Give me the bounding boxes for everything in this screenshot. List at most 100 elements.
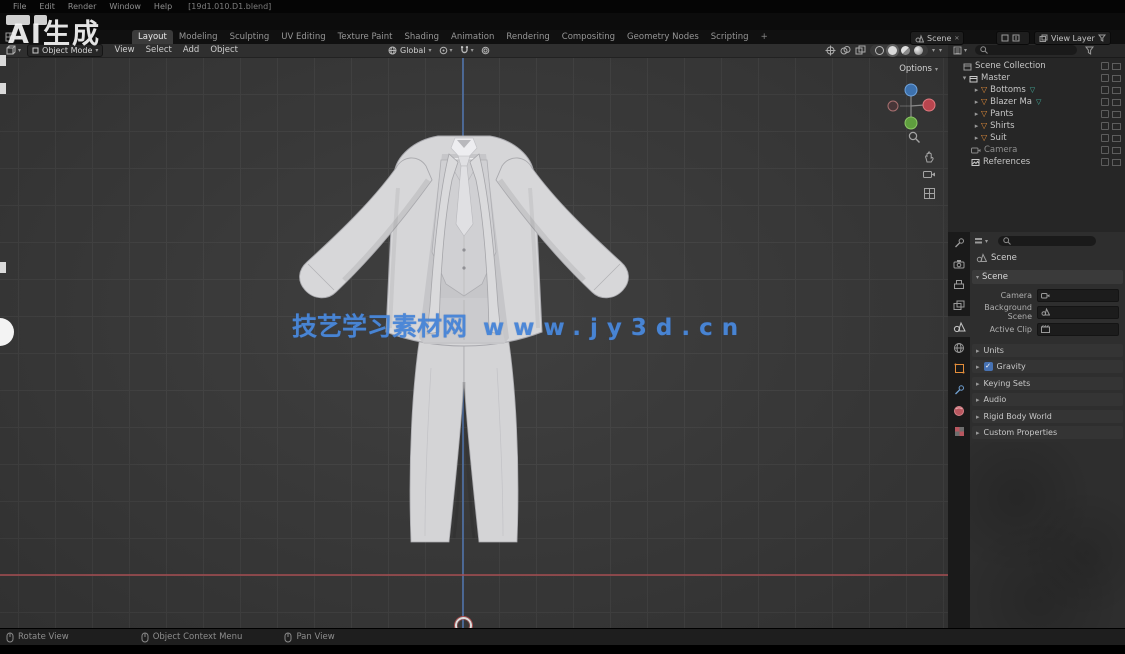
pivot-point-dropdown[interactable]: ▾ xyxy=(439,46,453,55)
exclude-checkbox[interactable] xyxy=(1101,134,1109,142)
visibility-icon[interactable] xyxy=(1112,87,1121,94)
disclosure-icon[interactable]: ▸ xyxy=(972,110,981,118)
visibility-icon[interactable] xyxy=(1112,159,1121,166)
visibility-icon[interactable] xyxy=(1112,75,1121,82)
properties-tab-object[interactable] xyxy=(948,358,970,379)
shading-wireframe-button[interactable] xyxy=(875,46,884,55)
properties-tab-material[interactable] xyxy=(948,400,970,421)
properties-tab-view-layer[interactable] xyxy=(948,295,970,316)
gravity-checkbox[interactable]: ✓ xyxy=(984,362,993,371)
gizmo-negative-axis[interactable] xyxy=(888,101,898,111)
options-dropdown[interactable]: Options ▾ xyxy=(899,64,938,74)
pan-hand-icon[interactable] xyxy=(923,150,936,163)
tab-uv-editing[interactable]: UV Editing xyxy=(275,30,331,44)
properties-search-input[interactable] xyxy=(998,236,1096,246)
tab-texture-paint[interactable]: Texture Paint xyxy=(332,30,399,44)
camera-field[interactable] xyxy=(1037,289,1119,302)
viewport-navigation-gizmo[interactable] xyxy=(882,78,946,142)
tab-sculpting[interactable]: Sculpting xyxy=(224,30,276,44)
exclude-checkbox[interactable] xyxy=(1101,158,1109,166)
tab-geometry-nodes[interactable]: Geometry Nodes xyxy=(621,30,705,44)
properties-tab-texture[interactable] xyxy=(948,421,970,442)
menu-add[interactable]: Add xyxy=(183,45,199,55)
section-units[interactable]: ▸Units xyxy=(972,344,1123,357)
outliner-search-input[interactable] xyxy=(975,45,1077,55)
visibility-icon[interactable] xyxy=(1112,135,1121,142)
visibility-icon[interactable] xyxy=(1112,99,1121,106)
snap-toggle[interactable]: ▾ xyxy=(460,45,474,55)
shading-rendered-button[interactable] xyxy=(914,46,923,55)
visibility-icon[interactable] xyxy=(1112,147,1121,154)
section-audio[interactable]: ▸Audio xyxy=(972,393,1123,406)
properties-tab-tool[interactable] xyxy=(948,232,970,253)
section-rigid-body-world[interactable]: ▸Rigid Body World xyxy=(972,410,1123,423)
outliner-row-bottoms[interactable]: ▸ ▽ Bottoms ▽ xyxy=(948,84,1125,96)
outliner-row-pants[interactable]: ▸ ▽ Pants xyxy=(948,108,1125,120)
menu-help[interactable]: Help xyxy=(154,2,172,11)
tab-compositing[interactable]: Compositing xyxy=(556,30,621,44)
tab-rendering[interactable]: Rendering xyxy=(500,30,555,44)
exclude-checkbox[interactable] xyxy=(1101,86,1109,94)
outliner-row-suit[interactable]: ▸ ▽ Suit xyxy=(948,132,1125,144)
section-custom-properties[interactable]: ▸Custom Properties xyxy=(972,426,1123,439)
tab-scripting[interactable]: Scripting xyxy=(705,30,755,44)
tab-shading[interactable]: Shading xyxy=(398,30,445,44)
properties-tab-modifiers[interactable] xyxy=(948,379,970,400)
shading-dropdown[interactable]: ▾ xyxy=(932,47,935,54)
camera-view-icon[interactable] xyxy=(923,169,936,179)
scene-section-header[interactable]: ▾ Scene xyxy=(972,270,1123,284)
outliner-row-scene-collection[interactable]: Scene Collection xyxy=(948,60,1125,72)
gizmo-y-axis[interactable] xyxy=(905,117,917,129)
section-keying-sets[interactable]: ▸Keying Sets xyxy=(972,377,1123,390)
background-scene-field[interactable] xyxy=(1037,306,1119,319)
unlink-icon[interactable]: ✕ xyxy=(954,35,959,42)
exclude-checkbox[interactable] xyxy=(1101,122,1109,130)
properties-tab-render[interactable] xyxy=(948,253,970,274)
chevron-down-icon[interactable]: ▾ xyxy=(985,238,988,245)
menu-edit[interactable]: Edit xyxy=(39,2,55,11)
xray-toggle[interactable] xyxy=(855,45,866,56)
exclude-checkbox[interactable] xyxy=(1101,110,1109,118)
scene-buttons[interactable] xyxy=(996,31,1030,45)
proportional-edit-toggle[interactable] xyxy=(481,46,490,55)
visibility-icon[interactable] xyxy=(1112,63,1121,70)
menu-window[interactable]: Window xyxy=(109,2,141,11)
outliner-row-shirts[interactable]: ▸ ▽ Shirts xyxy=(948,120,1125,132)
exclude-checkbox[interactable] xyxy=(1101,62,1109,70)
disclosure-icon[interactable]: ▸ xyxy=(972,122,981,130)
view-layer-selector[interactable]: View Layer xyxy=(1034,31,1111,45)
overlays-dropdown[interactable]: ▾ xyxy=(939,47,942,54)
exclude-checkbox[interactable] xyxy=(1101,146,1109,154)
outliner-row-blazer[interactable]: ▸ ▽ Blazer Ma ▽ xyxy=(948,96,1125,108)
tab-modeling[interactable]: Modeling xyxy=(173,30,224,44)
outliner-row-camera[interactable]: Camera xyxy=(948,144,1125,156)
tab-layout[interactable]: Layout xyxy=(132,30,173,44)
visibility-icon[interactable] xyxy=(1112,123,1121,130)
show-gizmo-toggle[interactable] xyxy=(825,45,836,56)
gizmo-z-axis[interactable] xyxy=(905,84,917,96)
menu-select[interactable]: Select xyxy=(146,45,172,55)
exclude-checkbox[interactable] xyxy=(1101,98,1109,106)
properties-tab-world[interactable] xyxy=(948,337,970,358)
toggle-perspective-icon[interactable] xyxy=(923,187,936,200)
disclosure-icon[interactable]: ▾ xyxy=(960,74,969,82)
tab-animation[interactable]: Animation xyxy=(445,30,500,44)
scene-selector[interactable]: Scene ✕ xyxy=(910,31,964,45)
outliner-row-master[interactable]: ▾ Master xyxy=(948,72,1125,84)
outliner-editor-icon[interactable] xyxy=(953,46,962,55)
chevron-down-icon[interactable]: ▾ xyxy=(964,47,967,54)
orientation-dropdown[interactable]: Global ▾ xyxy=(388,46,432,55)
exclude-checkbox[interactable] xyxy=(1101,74,1109,82)
disclosure-icon[interactable]: ▸ xyxy=(972,86,981,94)
menu-render[interactable]: Render xyxy=(68,2,96,11)
filter-funnel-icon[interactable] xyxy=(1098,34,1106,42)
shading-material-button[interactable] xyxy=(901,46,910,55)
shading-solid-button[interactable] xyxy=(888,46,897,55)
show-overlays-toggle[interactable] xyxy=(840,45,851,56)
menu-file[interactable]: File xyxy=(13,2,26,11)
properties-tab-output[interactable] xyxy=(948,274,970,295)
active-clip-field[interactable] xyxy=(1037,323,1119,336)
properties-tab-scene[interactable] xyxy=(948,316,970,337)
menu-view[interactable]: View xyxy=(114,45,134,55)
3d-viewport[interactable]: Options ▾ 技艺学习素材网www.jy3d.cn xyxy=(0,57,948,628)
